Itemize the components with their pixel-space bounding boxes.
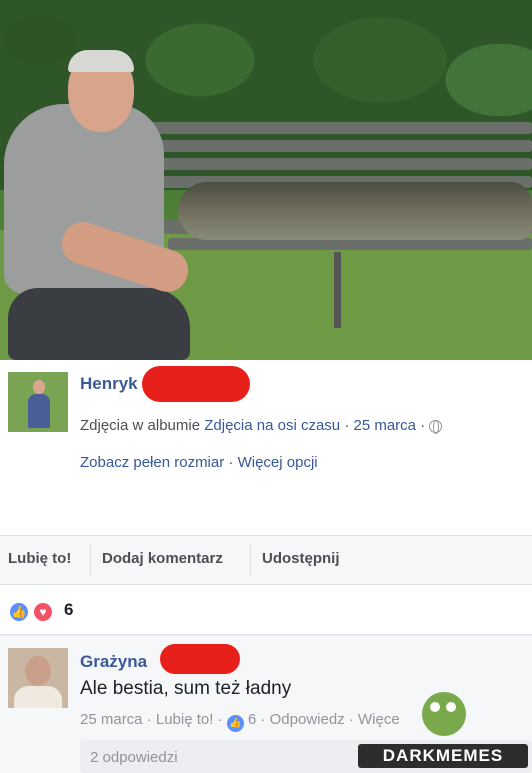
reply-link[interactable]: Odpowiedz: [270, 711, 345, 728]
avatar-body: [14, 686, 62, 708]
watermark: DARKMEMES: [358, 744, 528, 768]
author-avatar[interactable]: [8, 372, 68, 432]
album-line: Zdjęcia w albumie Zdjęcia na osi czasu ·…: [80, 417, 443, 434]
album-prefix: Zdjęcia w albumie: [80, 417, 201, 434]
frog-logo-icon: [422, 692, 466, 736]
separator: ·: [260, 711, 266, 728]
comment-text: Ale bestia, sum też ładny: [80, 678, 292, 699]
catfish: [178, 182, 532, 240]
author-name[interactable]: Henryk: [80, 374, 138, 394]
action-bar: Lubię to! Dodaj komentarz Udostępnij: [0, 535, 532, 585]
bench-slat: [130, 122, 532, 134]
separator: ·: [348, 711, 354, 728]
comment-like-count: 6: [247, 711, 257, 728]
like-button[interactable]: Lubię to!: [8, 550, 71, 567]
separator: ·: [228, 454, 234, 471]
more-options-link[interactable]: Więcej opcji: [238, 454, 318, 471]
divider: [90, 544, 91, 576]
bench-leg: [334, 252, 341, 328]
comment-like-link[interactable]: Lubię to!: [156, 711, 214, 728]
man-pants: [8, 288, 190, 360]
comment-meta: 25 marca · Lubię to! · 👍 6 · Odpowiedz ·…: [80, 711, 400, 732]
like-icon: 👍: [226, 715, 244, 732]
avatar-body: [28, 394, 50, 428]
full-size-link[interactable]: Zobacz pełen rozmiar: [80, 454, 224, 471]
more-link[interactable]: Więce: [358, 711, 400, 728]
album-link[interactable]: Zdjęcia na osi czasu: [204, 417, 340, 434]
love-icon: ♥: [32, 601, 54, 623]
name-redaction: [160, 644, 240, 674]
reactions-row[interactable]: 👍 ♥ 6: [0, 585, 532, 635]
commenter-avatar[interactable]: [8, 648, 68, 708]
photo-options-line: Zobacz pełen rozmiar · Więcej opcji: [80, 454, 318, 471]
reaction-count[interactable]: 6: [64, 600, 73, 620]
like-icon: 👍: [8, 601, 30, 623]
comment-button[interactable]: Dodaj komentarz: [102, 550, 223, 567]
divider: [250, 544, 251, 576]
bench-slat: [142, 158, 532, 170]
globe-icon: [429, 419, 443, 434]
separator: ·: [217, 711, 223, 728]
avatar-head: [33, 380, 45, 394]
separator: ·: [344, 417, 350, 434]
bench-slat: [136, 140, 532, 152]
avatar-head: [25, 656, 51, 686]
man-hair: [68, 50, 134, 72]
post-date[interactable]: 25 marca: [353, 417, 416, 434]
commenter-name[interactable]: Grażyna: [80, 652, 147, 672]
comment-date[interactable]: 25 marca: [80, 711, 143, 728]
separator: ·: [420, 417, 426, 434]
separator: ·: [146, 711, 152, 728]
post-info-card: Henryk Zdjęcia w albumie Zdjęcia na osi …: [0, 360, 532, 535]
post-photo[interactable]: [0, 0, 532, 360]
name-redaction: [142, 366, 250, 402]
share-button[interactable]: Udostępnij: [262, 550, 340, 567]
